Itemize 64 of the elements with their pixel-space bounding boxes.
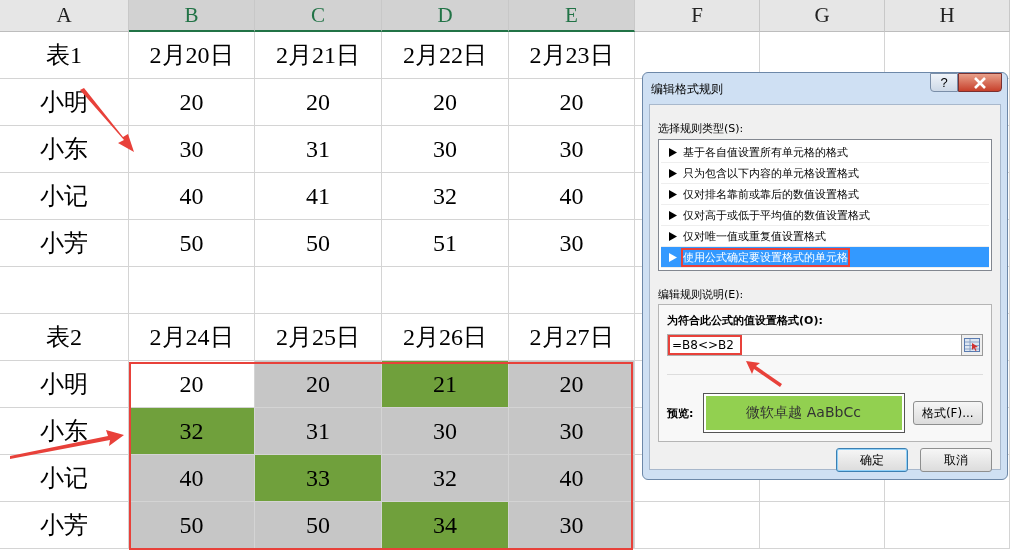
table-cell: 32 xyxy=(129,408,255,455)
table-cell: 30 xyxy=(382,126,509,173)
table-cell: 20 xyxy=(509,79,635,126)
window-title: 编辑格式规则 xyxy=(651,81,723,98)
column-header[interactable]: G xyxy=(760,0,885,32)
table-cell: 20 xyxy=(129,79,255,126)
table-cell: 50 xyxy=(129,220,255,267)
formula-field[interactable]: =B8<>B2 xyxy=(667,334,961,356)
description-label: 编辑规则说明(E): xyxy=(658,287,745,303)
table-cell: 40 xyxy=(129,455,255,502)
table-cell: 40 xyxy=(129,173,255,220)
table-cell: 50 xyxy=(255,220,382,267)
column-header[interactable]: C xyxy=(255,0,382,32)
table-cell: 20 xyxy=(255,79,382,126)
table-cell: 小芳 xyxy=(0,502,129,549)
table-cell: 小记 xyxy=(0,173,129,220)
table-cell: 表1 xyxy=(0,32,129,79)
column-header[interactable]: B xyxy=(129,0,255,32)
preview-label: 预览: xyxy=(667,405,695,421)
table-cell: 2月21日 xyxy=(255,32,382,79)
table-cell: 33 xyxy=(255,455,382,502)
cancel-button[interactable]: 取消 xyxy=(920,448,992,472)
preview-sample: 微软卓越 AaBbCc xyxy=(705,396,902,430)
table-cell: 小芳 xyxy=(0,220,129,267)
table-cell: 2月23日 xyxy=(509,32,635,79)
table-cell: 30 xyxy=(509,408,635,455)
table-cell: 小明 xyxy=(0,361,129,408)
column-header[interactable]: A xyxy=(0,0,129,32)
table-cell: 20 xyxy=(509,361,635,408)
table-cell: 40 xyxy=(509,455,635,502)
column-header[interactable]: D xyxy=(382,0,509,32)
rule-type-item[interactable]: 仅对高于或低于平均值的数值设置格式 xyxy=(661,205,989,226)
table-cell: 2月20日 xyxy=(129,32,255,79)
table-cell: 41 xyxy=(255,173,382,220)
table-cell: 30 xyxy=(382,408,509,455)
table-cell: 20 xyxy=(382,79,509,126)
ok-button[interactable]: 确定 xyxy=(836,448,908,472)
table-cell: 40 xyxy=(509,173,635,220)
table-cell: 50 xyxy=(129,502,255,549)
table-cell: 20 xyxy=(129,361,255,408)
table-cell: 31 xyxy=(255,126,382,173)
help-button[interactable]: ? xyxy=(930,73,958,92)
table-cell: 30 xyxy=(509,126,635,173)
table-cell: 30 xyxy=(509,220,635,267)
rule-type-item[interactable]: 基于各自值设置所有单元格的格式 xyxy=(661,142,989,163)
column-header[interactable]: H xyxy=(885,0,1010,32)
rule-type-item[interactable]: 只为包含以下内容的单元格设置格式 xyxy=(661,163,989,184)
rule-type-label: 选择规则类型(S): xyxy=(658,121,745,137)
table-cell: 2月22日 xyxy=(382,32,509,79)
table-cell: 20 xyxy=(255,361,382,408)
table-cell: 34 xyxy=(382,502,509,549)
formula-label: 为符合此公式的值设置格式(O): xyxy=(667,313,824,328)
table-cell: 表2 xyxy=(0,314,129,361)
format-button[interactable]: 格式(F)... xyxy=(912,401,983,425)
table-cell: 32 xyxy=(382,455,509,502)
table-cell: 31 xyxy=(255,408,382,455)
rule-type-item[interactable]: 仅对排名靠前或靠后的数值设置格式 xyxy=(661,184,989,205)
table-cell: 51 xyxy=(382,220,509,267)
table-cell: 32 xyxy=(382,173,509,220)
table-cell: 50 xyxy=(255,502,382,549)
table-cell: 21 xyxy=(382,361,509,408)
table-cell: 30 xyxy=(509,502,635,549)
column-header[interactable]: F xyxy=(635,0,760,32)
column-header[interactable]: E xyxy=(509,0,635,32)
